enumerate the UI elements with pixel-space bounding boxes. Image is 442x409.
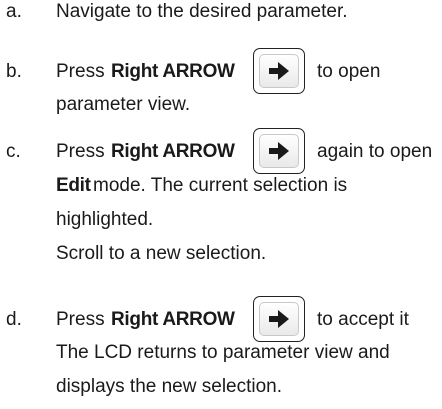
step-b-continuation: parameter view. <box>56 94 191 115</box>
step-b-post: to open <box>317 61 381 82</box>
step-c-marker: c. <box>6 141 21 162</box>
step-c-post: again to open <box>317 141 433 162</box>
right-arrow-icon <box>269 310 289 328</box>
right-arrow-key-button-c <box>253 128 305 174</box>
step-c-edit-word: Edit <box>56 175 91 196</box>
step-c-line2-text: mode. The current selection is <box>93 175 348 196</box>
step-b-press: Press <box>56 61 105 82</box>
step-a-text: Navigate to the desired parameter. <box>56 1 348 22</box>
right-arrow-icon <box>269 62 289 80</box>
step-c-highlighted: highlighted. <box>56 209 154 230</box>
step-a-marker: a. <box>6 1 22 22</box>
step-b-marker: b. <box>6 61 22 82</box>
step-d-lcd-returns: The LCD returns to parameter view and <box>56 342 390 363</box>
step-d-displays: displays the new selection. <box>56 376 283 397</box>
step-b-key-label: Right ARROW <box>111 61 235 82</box>
step-d-key-label: Right ARROW <box>111 309 235 330</box>
step-d-post: to accept it <box>317 309 409 330</box>
right-arrow-key-button-b <box>253 48 305 94</box>
right-arrow-key-button-d <box>253 296 305 342</box>
right-arrow-icon <box>269 142 289 160</box>
step-c-scroll: Scroll to a new selection. <box>56 243 267 264</box>
step-d-press: Press <box>56 309 105 330</box>
step-d-marker: d. <box>6 309 22 330</box>
step-c-press: Press <box>56 141 105 162</box>
step-c-key-label: Right ARROW <box>111 141 235 162</box>
